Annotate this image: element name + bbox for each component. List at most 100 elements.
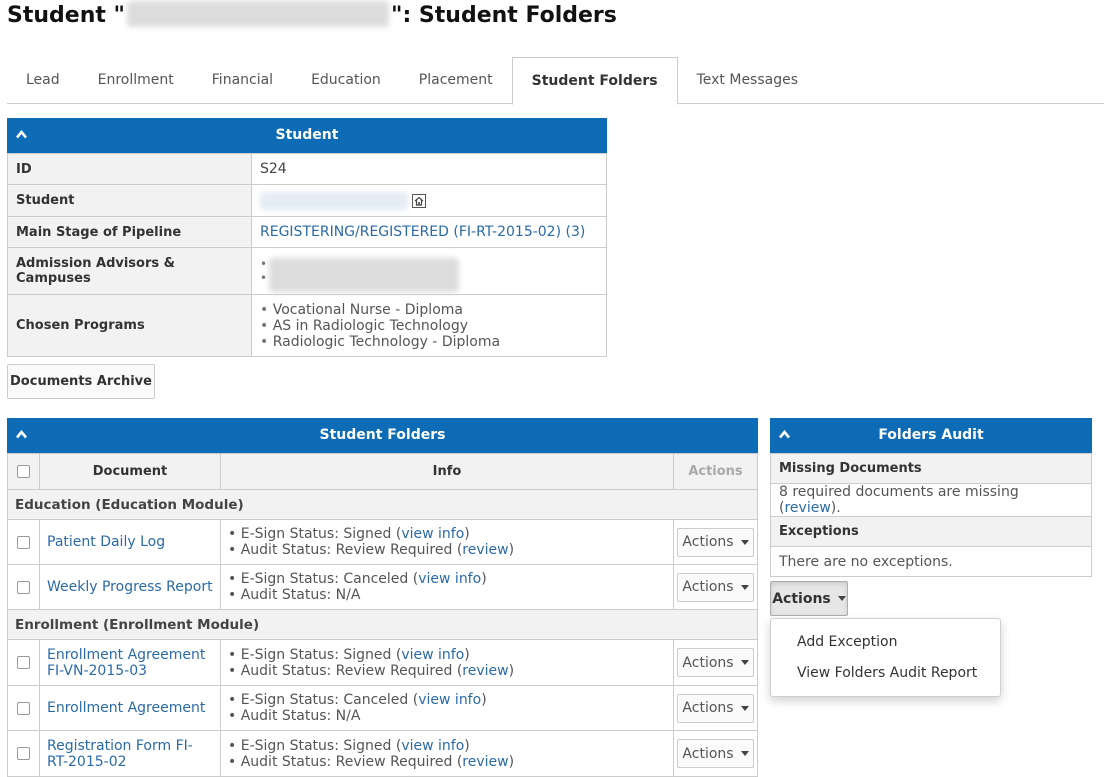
student-value (251, 184, 607, 217)
tab-education[interactable]: Education (292, 57, 400, 103)
tab-placement[interactable]: Placement (400, 57, 512, 103)
table-row: Patient Daily Log • E-Sign Status: Signed… (7, 519, 758, 565)
document-link[interactable]: Weekly Progress Report (47, 579, 213, 595)
select-all-checkbox[interactable] (17, 465, 30, 478)
esign-status: • E-Sign Status: Canceled (view info) (228, 571, 487, 587)
caret-down-icon (740, 705, 749, 711)
table-row: Registration Form FI-RT-2015-02 • E-Sign … (7, 730, 758, 777)
audit-panel-header[interactable]: Folders Audit (770, 418, 1092, 453)
review-link[interactable]: review (462, 542, 508, 558)
row-actions-button[interactable]: Actions (677, 527, 754, 557)
exceptions-text: There are no exceptions. (770, 546, 1092, 577)
view-info-link[interactable]: view info (418, 692, 481, 708)
programs-value: Vocational Nurse - DiplomaAS in Radiolog… (251, 294, 607, 357)
stage-link[interactable]: REGISTERING/REGISTERED (FI-RT-2015-02) (… (260, 224, 585, 240)
documents-archive-button[interactable]: Documents Archive (7, 364, 155, 399)
view-info-link[interactable]: view info (401, 526, 464, 542)
home-icon[interactable] (412, 193, 427, 208)
tab-financial[interactable]: Financial (193, 57, 292, 103)
chevron-up-icon[interactable] (16, 430, 27, 439)
id-value: S24 (251, 153, 607, 185)
document-cell: Patient Daily Log (39, 519, 221, 565)
programs-list: Vocational Nurse - DiplomaAS in Radiolog… (260, 302, 598, 350)
audit-panel-title: Folders Audit (878, 427, 984, 443)
review-link[interactable]: review (462, 754, 508, 770)
redacted-student-link[interactable] (260, 191, 408, 210)
audit-status: • Audit Status: Review Required (review) (228, 662, 515, 679)
tab-bar: Lead Enrollment Financial Education Placemen… (7, 57, 1104, 105)
row-checkbox[interactable] (17, 701, 30, 715)
audit-status: • Audit Status: Review Required (review) (228, 753, 515, 770)
group-name: Education (Education Module) (7, 489, 758, 520)
row-actions-button[interactable]: Actions (677, 739, 754, 768)
col-document: Document (39, 453, 221, 490)
document-cell: Registration Form FI-RT-2015-02 (39, 730, 221, 777)
stage-value: REGISTERING/REGISTERED (FI-RT-2015-02) (… (251, 216, 607, 248)
row-checkbox[interactable] (17, 747, 30, 760)
tab-student-folders[interactable]: Student Folders (511, 57, 678, 105)
student-panel-title: Student (275, 127, 339, 143)
program-item: Radiologic Technology - Diploma (260, 334, 598, 350)
student-panel-header[interactable]: Student (7, 118, 607, 153)
redacted-student-name (127, 1, 389, 27)
tab-lead[interactable]: Lead (7, 57, 79, 103)
menu-item-add-exception[interactable]: Add Exception (771, 627, 1000, 658)
actions-cell: Actions (673, 639, 758, 686)
row-checkbox-cell (7, 730, 40, 777)
menu-item-view-folders-audit-report[interactable]: View Folders Audit Report (771, 658, 1000, 689)
row-checkbox[interactable] (17, 580, 30, 594)
info-cell: • E-Sign Status: Canceled (view info) • A… (220, 685, 674, 731)
audit-actions-button[interactable]: Actions (770, 581, 848, 616)
document-link[interactable]: Registration Form FI-RT-2015-02 (47, 738, 193, 770)
program-item: AS in Radiologic Technology (260, 318, 598, 334)
audit-status: • Audit Status: Review Required (review) (228, 542, 515, 558)
view-info-link[interactable]: view info (401, 738, 464, 754)
col-info: Info (220, 453, 674, 490)
table-row: Enrollment Agreement • E-Sign Status: Can… (7, 685, 758, 731)
esign-status: • E-Sign Status: Signed (view info) (228, 737, 470, 754)
tab-text-messages[interactable]: Text Messages (678, 57, 817, 103)
caret-down-icon (837, 596, 846, 601)
view-info-link[interactable]: view info (401, 647, 464, 663)
row-actions-button[interactable]: Actions (677, 693, 754, 723)
student-panel: Student ID S24 Student Main Stage of Pip… (7, 118, 607, 357)
audit-table: Missing Documents 8 required documents a… (770, 453, 1092, 577)
esign-status: • E-Sign Status: Signed (view info) (228, 526, 470, 542)
row-checkbox[interactable] (17, 535, 30, 549)
exceptions-label: Exceptions (770, 516, 1092, 547)
page-title: Student " ": Student Folders (7, 1, 617, 28)
row-actions-button[interactable]: Actions (677, 648, 754, 677)
caret-down-icon (740, 539, 749, 545)
caret-down-icon (740, 660, 749, 665)
view-info-link[interactable]: view info (418, 571, 481, 587)
group-row: Enrollment (Enrollment Module) (7, 609, 758, 640)
folders-panel-header[interactable]: Student Folders (7, 418, 758, 453)
row-checkbox-cell (7, 564, 40, 610)
advisors-label: Admission Advisors & Campuses (7, 247, 252, 295)
chevron-up-icon[interactable] (779, 430, 790, 439)
group-name: Enrollment (Enrollment Module) (7, 609, 758, 640)
id-label: ID (7, 153, 252, 185)
document-link[interactable]: Patient Daily Log (47, 534, 165, 550)
chevron-up-icon[interactable] (16, 130, 27, 139)
info-cell: • E-Sign Status: Signed (view info) • Aud… (220, 730, 674, 777)
col-actions: Actions (673, 453, 758, 490)
redacted-advisors (269, 258, 459, 292)
row-checkbox-cell (7, 519, 40, 565)
review-link[interactable]: review (462, 663, 508, 679)
document-link[interactable]: Enrollment Agreement (47, 700, 205, 716)
tab-enrollment[interactable]: Enrollment (79, 57, 193, 103)
row-checkbox[interactable] (17, 656, 30, 669)
missing-documents-label: Missing Documents (770, 453, 1092, 484)
document-link[interactable]: Enrollment Agreement FI-VN-2015-03 (47, 647, 205, 679)
student-folders-panel: Student Folders Document Info Actions Ed… (7, 418, 758, 777)
info-cell: • E-Sign Status: Canceled (view info) • A… (220, 564, 674, 610)
esign-status: • E-Sign Status: Canceled (view info) (228, 692, 487, 708)
advisors-value: • • (251, 247, 607, 295)
select-all-cell (7, 453, 40, 490)
missing-review-link[interactable]: review (784, 500, 830, 516)
row-actions-button[interactable]: Actions (677, 572, 754, 602)
actions-cell: Actions (673, 685, 758, 731)
row-checkbox-cell (7, 639, 40, 686)
caret-down-icon (740, 751, 749, 756)
